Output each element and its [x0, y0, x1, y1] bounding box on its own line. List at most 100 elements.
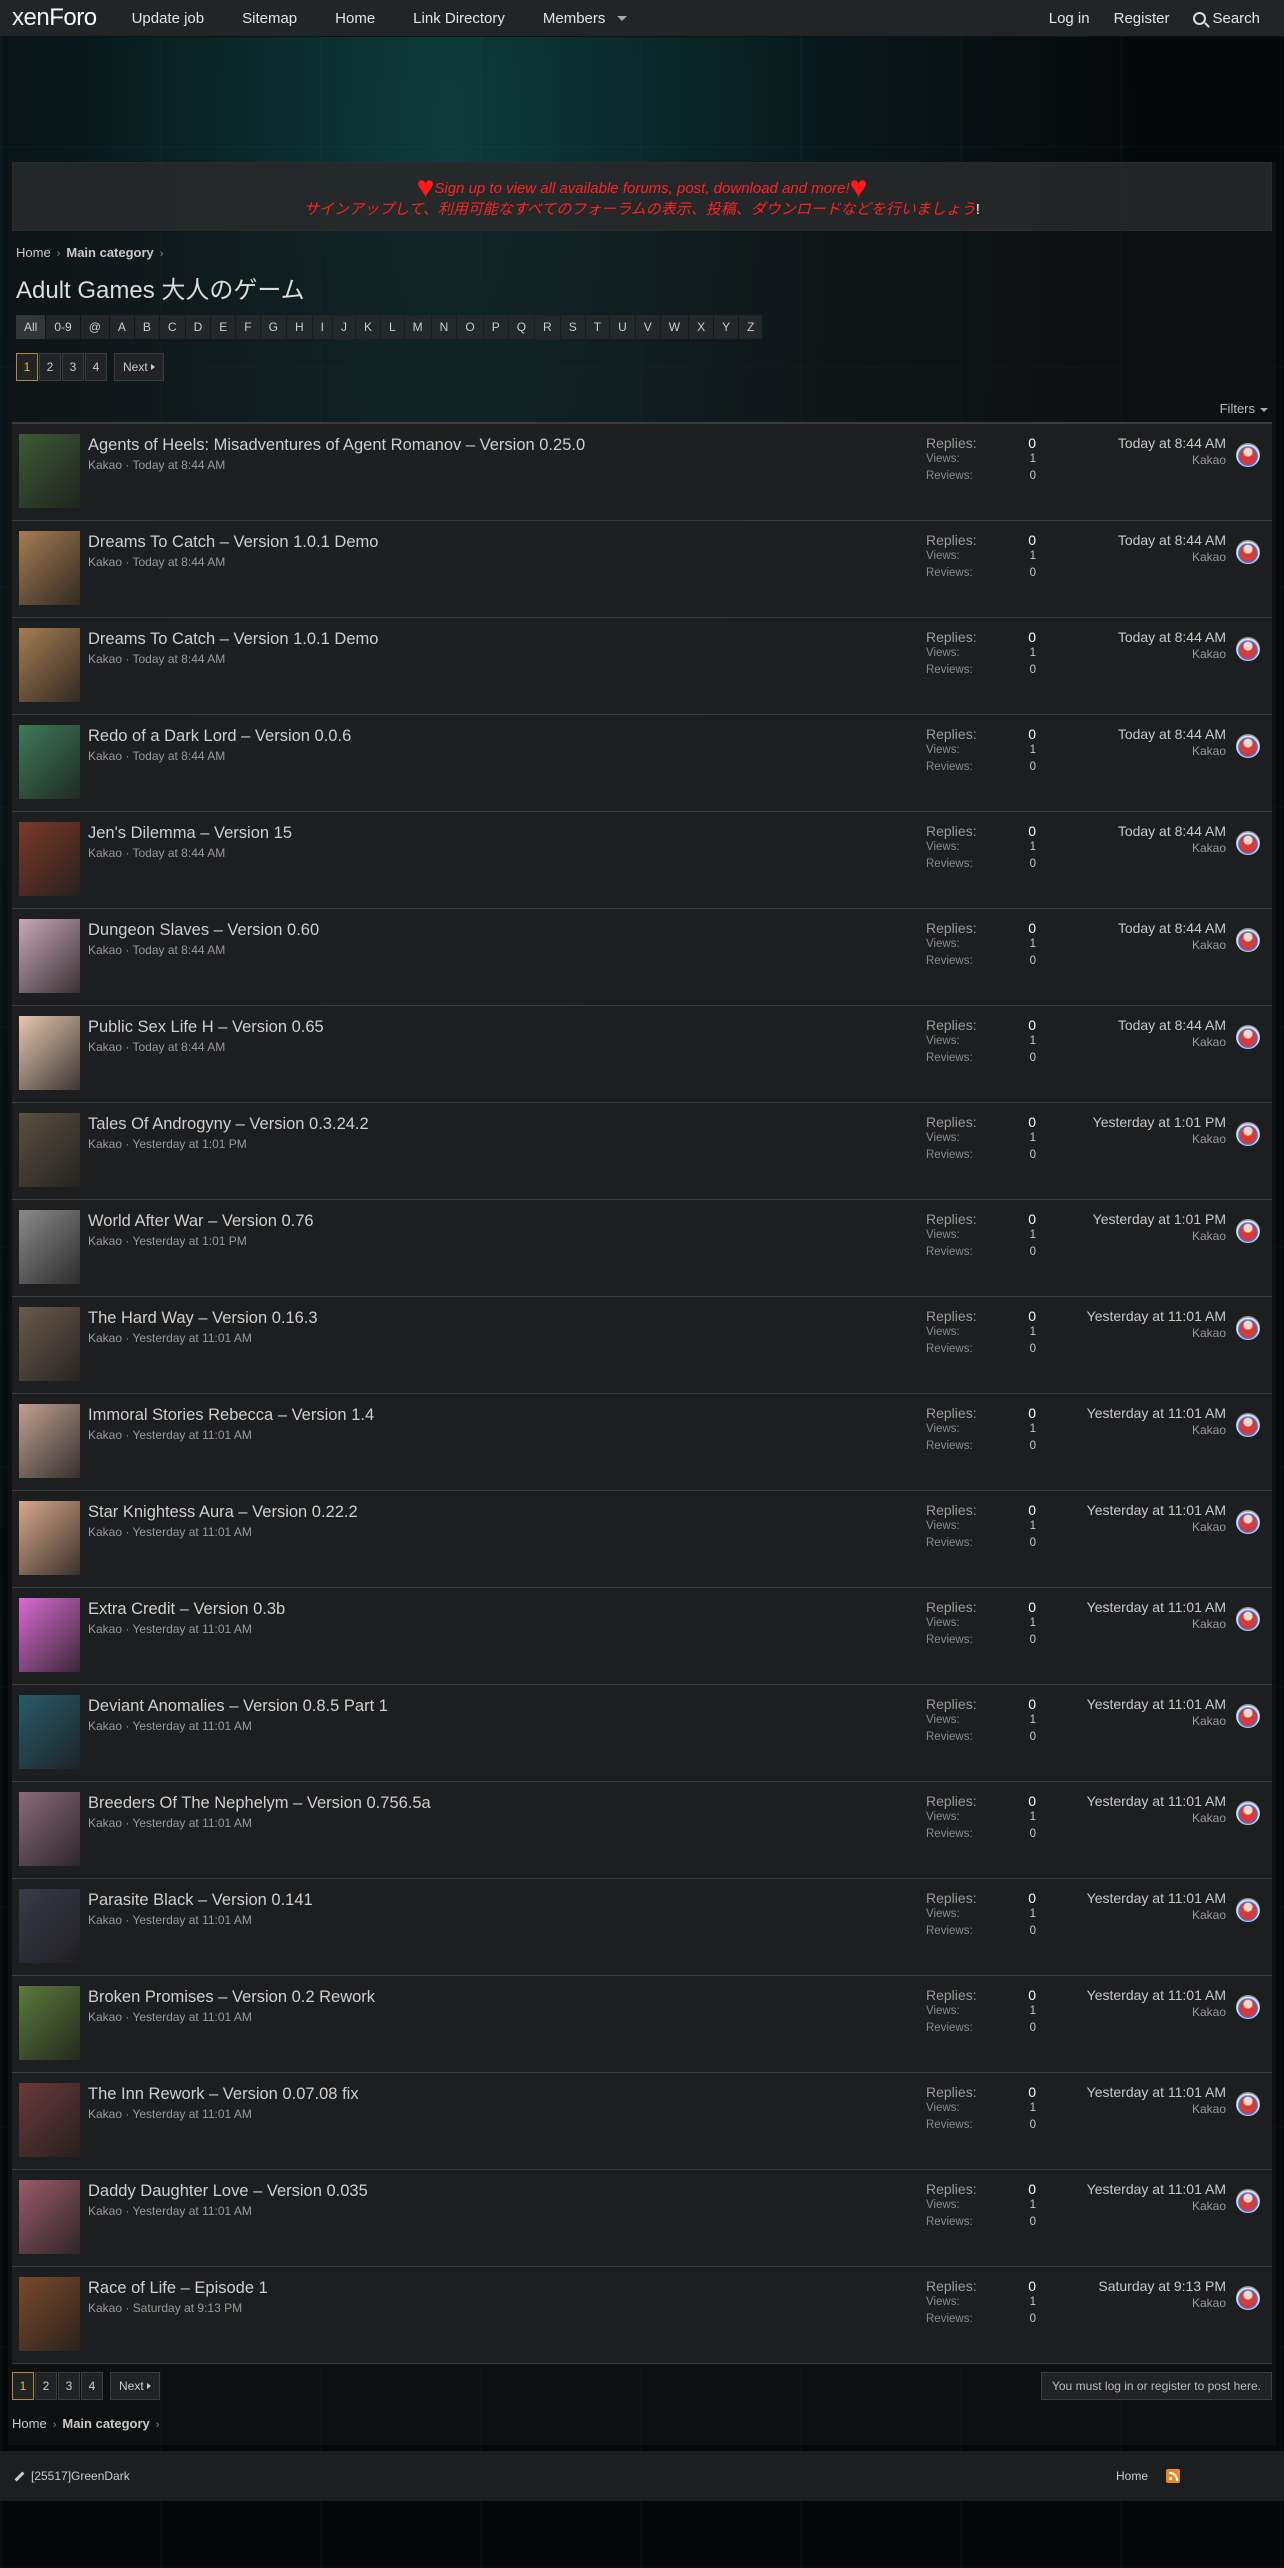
- latest-post-date[interactable]: Today at 8:44 AM: [1036, 532, 1226, 548]
- thread-start-date[interactable]: Today at 8:44 AM: [132, 555, 225, 569]
- letter-filter-15[interactable]: M: [404, 315, 431, 339]
- login-to-post-notice[interactable]: You must log in or register to post here…: [1040, 2372, 1272, 2400]
- thread-thumbnail[interactable]: [19, 531, 80, 605]
- nav-tab-1[interactable]: Sitemap: [223, 0, 316, 37]
- letter-filter-20[interactable]: R: [535, 315, 560, 339]
- latest-post-date[interactable]: Yesterday at 11:01 AM: [1036, 1696, 1226, 1712]
- latest-post-user[interactable]: Kakao: [1036, 2102, 1226, 2116]
- latest-post-date[interactable]: Yesterday at 11:01 AM: [1036, 1405, 1226, 1421]
- thread-row[interactable]: Daddy Daughter Love – Version 0.035 Kakao…: [12, 2170, 1272, 2267]
- thread-thumbnail[interactable]: [19, 919, 80, 993]
- letter-filter-18[interactable]: P: [483, 315, 508, 339]
- thread-author[interactable]: Kakao: [88, 943, 122, 957]
- thread-title[interactable]: Tales Of Androgyny – Version 0.3.24.2: [88, 1114, 926, 1134]
- thread-thumbnail[interactable]: [19, 1695, 80, 1769]
- latest-post-date[interactable]: Yesterday at 11:01 AM: [1036, 1502, 1226, 1518]
- thread-start-date[interactable]: Today at 8:44 AM: [132, 943, 225, 957]
- avatar[interactable]: [1236, 1122, 1260, 1146]
- thread-title[interactable]: Breeders Of The Nephelym – Version 0.756…: [88, 1793, 926, 1813]
- latest-post-user[interactable]: Kakao: [1036, 2296, 1226, 2310]
- thread-author[interactable]: Kakao: [88, 1428, 122, 1442]
- thread-row[interactable]: Dreams To Catch – Version 1.0.1 Demo Kaka…: [12, 618, 1272, 715]
- letter-filter-22[interactable]: T: [585, 315, 610, 339]
- thread-title[interactable]: Dreams To Catch – Version 1.0.1 Demo: [88, 629, 926, 649]
- thread-author[interactable]: Kakao: [88, 652, 122, 666]
- letter-filter-6[interactable]: D: [185, 315, 211, 339]
- letter-filter-10[interactable]: H: [286, 315, 312, 339]
- page-button-2[interactable]: 2: [35, 2372, 57, 2400]
- letter-filter-11[interactable]: I: [312, 315, 332, 339]
- thread-title[interactable]: Public Sex Life H – Version 0.65: [88, 1017, 926, 1037]
- latest-post-date[interactable]: Today at 8:44 AM: [1036, 1017, 1226, 1033]
- avatar[interactable]: [1236, 1316, 1260, 1340]
- nav-tab-2[interactable]: Home: [316, 0, 394, 37]
- login-link[interactable]: Log in: [1037, 0, 1102, 37]
- avatar[interactable]: [1236, 637, 1260, 661]
- thread-row[interactable]: Race of Life – Episode 1 Kakao · Saturday…: [12, 2267, 1272, 2364]
- thread-author[interactable]: Kakao: [88, 1719, 122, 1733]
- thread-thumbnail[interactable]: [19, 1404, 80, 1478]
- latest-post-user[interactable]: Kakao: [1036, 1132, 1226, 1146]
- thread-row[interactable]: Deviant Anomalies – Version 0.8.5 Part 1…: [12, 1685, 1272, 1782]
- thread-thumbnail[interactable]: [19, 1889, 80, 1963]
- avatar[interactable]: [1236, 443, 1260, 467]
- page-button-1[interactable]: 1: [16, 353, 38, 381]
- latest-post-user[interactable]: Kakao: [1036, 2005, 1226, 2019]
- thread-title[interactable]: Parasite Black – Version 0.141: [88, 1890, 926, 1910]
- thread-row[interactable]: Extra Credit – Version 0.3b Kakao · Yeste…: [12, 1588, 1272, 1685]
- thread-author[interactable]: Kakao: [88, 1622, 122, 1636]
- register-link[interactable]: Register: [1102, 0, 1182, 37]
- avatar[interactable]: [1236, 1413, 1260, 1437]
- thread-title[interactable]: Immoral Stories Rebecca – Version 1.4: [88, 1405, 926, 1425]
- thread-start-date[interactable]: Yesterday at 11:01 AM: [132, 1816, 251, 1830]
- latest-post-user[interactable]: Kakao: [1036, 1520, 1226, 1534]
- letter-filter-27[interactable]: Y: [714, 315, 739, 339]
- letter-filter-14[interactable]: L: [380, 315, 404, 339]
- avatar[interactable]: [1236, 831, 1260, 855]
- thread-title[interactable]: Redo of a Dark Lord – Version 0.0.6: [88, 726, 926, 746]
- letter-filter-25[interactable]: W: [660, 315, 689, 339]
- thread-author[interactable]: Kakao: [88, 846, 122, 860]
- thread-thumbnail[interactable]: [19, 1986, 80, 2060]
- thread-title[interactable]: Daddy Daughter Love – Version 0.035: [88, 2181, 926, 2201]
- footer-home-link[interactable]: Home: [1116, 2469, 1148, 2483]
- thread-thumbnail[interactable]: [19, 1210, 80, 1284]
- thread-start-date[interactable]: Today at 8:44 AM: [132, 1040, 225, 1054]
- thread-title[interactable]: Broken Promises – Version 0.2 Rework: [88, 1987, 926, 2007]
- thread-author[interactable]: Kakao: [88, 1234, 122, 1248]
- letter-filter-5[interactable]: C: [159, 315, 185, 339]
- thread-row[interactable]: Redo of a Dark Lord – Version 0.0.6 Kakao…: [12, 715, 1272, 812]
- thread-thumbnail[interactable]: [19, 822, 80, 896]
- thread-row[interactable]: The Hard Way – Version 0.16.3 Kakao · Yes…: [12, 1297, 1272, 1394]
- thread-title[interactable]: Agents of Heels: Misadventures of Agent …: [88, 435, 926, 455]
- latest-post-date[interactable]: Yesterday at 11:01 AM: [1036, 2084, 1226, 2100]
- thread-author[interactable]: Kakao: [88, 1816, 122, 1830]
- thread-author[interactable]: Kakao: [88, 2107, 122, 2121]
- latest-post-date[interactable]: Yesterday at 11:01 AM: [1036, 1599, 1226, 1615]
- page-button-3[interactable]: 3: [62, 353, 84, 381]
- latest-post-date[interactable]: Today at 8:44 AM: [1036, 435, 1226, 451]
- thread-start-date[interactable]: Yesterday at 1:01 PM: [132, 1234, 246, 1248]
- thread-author[interactable]: Kakao: [88, 2301, 122, 2315]
- rss-icon[interactable]: [1166, 2469, 1180, 2483]
- latest-post-date[interactable]: Yesterday at 11:01 AM: [1036, 1987, 1226, 2003]
- latest-post-date[interactable]: Yesterday at 1:01 PM: [1036, 1211, 1226, 1227]
- nav-tab-0[interactable]: Update job: [113, 0, 224, 37]
- thread-author[interactable]: Kakao: [88, 458, 122, 472]
- thread-start-date[interactable]: Today at 8:44 AM: [132, 458, 225, 472]
- thread-start-date[interactable]: Yesterday at 11:01 AM: [132, 2107, 251, 2121]
- latest-post-user[interactable]: Kakao: [1036, 1035, 1226, 1049]
- latest-post-date[interactable]: Yesterday at 11:01 AM: [1036, 1308, 1226, 1324]
- latest-post-date[interactable]: Today at 8:44 AM: [1036, 726, 1226, 742]
- letter-filter-13[interactable]: K: [355, 315, 380, 339]
- avatar[interactable]: [1236, 734, 1260, 758]
- breadcrumb-home[interactable]: Home: [16, 245, 51, 260]
- avatar[interactable]: [1236, 1025, 1260, 1049]
- thread-start-date[interactable]: Saturday at 9:13 PM: [133, 2301, 242, 2315]
- thread-author[interactable]: Kakao: [88, 2204, 122, 2218]
- latest-post-date[interactable]: Today at 8:44 AM: [1036, 629, 1226, 645]
- letter-filter-9[interactable]: G: [260, 315, 286, 339]
- page-button-4[interactable]: 4: [85, 353, 107, 381]
- thread-thumbnail[interactable]: [19, 1307, 80, 1381]
- thread-author[interactable]: Kakao: [88, 2010, 122, 2024]
